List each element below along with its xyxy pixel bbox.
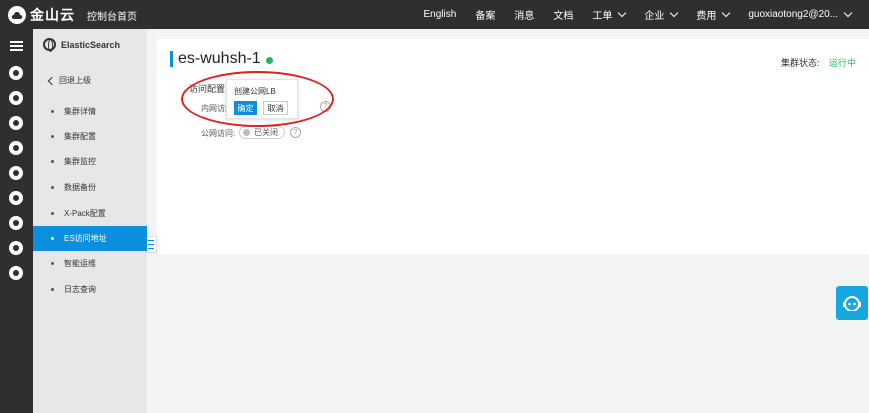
mail-icon[interactable] [9,266,23,280]
chevron-down-icon [670,8,679,17]
chevron-left-icon [47,76,57,85]
nav-enterprise[interactable]: 企业 [644,7,679,22]
popover-message: 创建公网LB [234,87,276,96]
sidebar-item-label: X-Pack配置 [64,209,106,218]
logo-text: 金山云 [30,7,75,23]
console-home-link[interactable]: 控制台首页 [87,8,137,23]
sidebar-title-text: ElasticSearch [61,39,121,50]
cluster-status-label: 集群状态: [781,58,820,68]
bullet-icon [51,288,54,291]
sidebar-item-label: 集群配置 [64,132,96,141]
nav-billing-label: 费用 [696,11,717,22]
confirm-button[interactable]: 确定 [234,101,257,115]
cloud-service-icon[interactable] [9,141,23,155]
top-nav-menu: English 备案 消息 文档 工单 企业 费用 guoxiaotong2@2… [405,0,853,29]
sidebar-item-label: ES访问地址 [64,234,107,243]
cluster-status-value: 运行中 [829,58,857,68]
toggle-knob [243,129,250,136]
top-navigation-bar: 金山云 控制台首页 English 备案 消息 文档 工单 企业 费用 guox… [0,0,869,29]
public-access-toggle[interactable]: 已关闭 [239,126,285,139]
kingsoft-cloud-logo[interactable]: 金山云 [8,5,75,25]
nav-docs-label: 文档 [553,11,574,22]
bullet-icon [51,110,54,113]
compute-icon[interactable] [9,66,23,80]
database-icon[interactable] [9,166,23,180]
nav-docs[interactable]: 文档 [553,7,573,22]
nav-filing[interactable]: 备案 [475,7,495,22]
sidebar-collapse-handle[interactable] [147,236,157,253]
nav-messages[interactable]: 消息 [514,7,534,22]
icon-rail [0,29,33,413]
back-button[interactable]: 回退上级 [47,75,91,86]
chevron-down-icon [843,8,853,17]
help-glyph: ? [293,129,298,136]
help-glyph: ? [323,103,328,110]
cancel-button[interactable]: 取消 [263,101,288,115]
toggle-state-label: 已关闭 [254,128,278,137]
back-label: 回退上级 [59,76,91,85]
security-icon[interactable] [9,241,23,255]
customer-service-button[interactable] [836,286,868,320]
title-accent-bar [170,51,173,67]
bullet-icon [51,135,54,138]
nav-billing[interactable]: 费用 [696,7,731,22]
nav-tickets[interactable]: 工单 [592,7,627,22]
cloud-logo-icon [8,6,26,24]
sidebar-item-log-query[interactable]: 日志查询 [33,277,147,302]
create-public-lb-popover: 创建公网LB 确定 取消 [226,79,298,119]
sidebar-item-label: 数据备份 [64,183,96,192]
main-content-card [157,39,869,254]
robot-chat-icon [843,296,861,311]
sidebar-item-cluster-config[interactable]: 集群配置 [33,124,147,149]
layers-icon[interactable] [9,191,23,205]
nav-tickets-label: 工单 [592,11,613,22]
sidebar-item-es-access-address[interactable]: ES访问地址 [33,226,147,251]
network-icon[interactable] [9,116,23,130]
public-access-label: 公网访问: [201,129,236,138]
nav-messages-label: 消息 [514,11,535,22]
nav-english[interactable]: English [424,9,457,20]
bullet-icon [51,212,54,215]
service-sidebar: ElasticSearch 回退上级 集群详情 集群配置 集群监控 数据备份 X… [33,29,147,413]
page-title: es-wuhsh-1 [178,50,261,67]
bullet-icon [51,237,54,240]
bullet-icon [51,160,54,163]
nav-filing-label: 备案 [475,11,496,22]
sidebar-title: ElasticSearch [43,38,121,52]
nav-enterprise-label: 企业 [644,11,665,22]
chevron-down-icon [618,8,627,17]
globe-icon [43,38,56,52]
sidebar-item-xpack-config[interactable]: X-Pack配置 [33,201,147,226]
robot-icon[interactable] [9,91,23,105]
nav-english-label: English [423,9,457,20]
account-name: guoxiaotong2@20... [748,9,838,20]
sidebar-item-data-backup[interactable]: 数据备份 [33,175,147,200]
sidebar-item-label: 集群监控 [64,157,96,166]
hamburger-menu-icon[interactable] [10,41,23,53]
sidebar-item-label: 日志查询 [64,285,96,294]
public-access-help-icon[interactable]: ? [290,127,301,138]
access-config-label: 访问配置 [189,84,226,94]
bullet-icon [51,186,54,189]
sidebar-item-smart-ops[interactable]: 智能运维 [33,251,147,276]
storage-icon[interactable] [9,216,23,230]
sidebar-item-label: 集群详情 [64,107,96,116]
sidebar-item-cluster-details[interactable]: 集群详情 [33,99,147,124]
sidebar-item-label: 智能运维 [64,259,96,268]
inner-access-help-icon[interactable]: ? [320,101,331,112]
sidebar-item-cluster-monitor[interactable]: 集群监控 [33,149,147,174]
nav-account[interactable]: guoxiaotong2@20... [748,8,853,20]
chevron-down-icon [722,8,731,17]
running-status-dot [266,57,273,64]
bullet-icon [51,262,54,265]
